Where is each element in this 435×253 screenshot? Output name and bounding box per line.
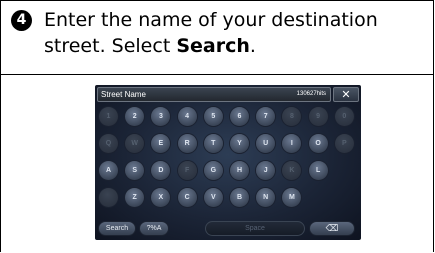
key-x[interactable]: X: [151, 188, 171, 207]
key-l[interactable]: L: [308, 161, 328, 180]
space-button[interactable]: Space: [205, 221, 305, 236]
key-v[interactable]: V: [203, 188, 223, 207]
key-e[interactable]: E: [151, 134, 171, 153]
key-9[interactable]: 9: [308, 107, 328, 126]
hits-count: 130627hits: [296, 91, 326, 97]
key-u[interactable]: U: [256, 134, 276, 153]
key-m[interactable]: M: [282, 188, 302, 207]
key-y[interactable]: Y: [230, 134, 249, 153]
key-o[interactable]: O: [308, 134, 328, 153]
delete-icon: ⌫: [325, 223, 339, 233]
instruction-frame: 4 Enter the name of your destination str…: [0, 0, 434, 252]
key-b[interactable]: B: [230, 188, 249, 207]
key-8[interactable]: 8: [282, 107, 302, 126]
key-r[interactable]: R: [177, 134, 197, 153]
key-7[interactable]: 7: [256, 107, 276, 126]
step-text: Enter the name of your destination stree…: [44, 7, 424, 59]
search-button[interactable]: Search: [98, 221, 136, 236]
key-w[interactable]: W: [125, 134, 145, 153]
key-f[interactable]: F: [177, 161, 197, 180]
key-q[interactable]: Q: [99, 134, 118, 153]
key-j[interactable]: J: [256, 161, 276, 180]
step-number-badge: 4: [11, 10, 32, 31]
street-name-input[interactable]: Street Name 130627hits: [97, 87, 331, 102]
delete-button[interactable]: ⌫: [309, 221, 355, 236]
key-p[interactable]: P: [334, 134, 354, 153]
key-h[interactable]: H: [230, 161, 249, 180]
key-i[interactable]: I: [282, 134, 302, 153]
key-t[interactable]: T: [203, 134, 223, 153]
close-icon: ✕: [341, 88, 351, 101]
key-4[interactable]: 4: [177, 107, 197, 126]
close-button[interactable]: ✕: [333, 87, 359, 102]
symbols-button[interactable]: ?%A: [139, 221, 169, 236]
key-0[interactable]: 0: [334, 107, 354, 126]
key-s[interactable]: S: [125, 161, 145, 180]
nav-keyboard-screen: Street Name 130627hits ✕ 1234567890 QWERT…: [95, 85, 361, 240]
key-d[interactable]: D: [151, 161, 171, 180]
key-a[interactable]: A: [99, 161, 118, 180]
key-k[interactable]: K: [282, 161, 302, 180]
key-z[interactable]: Z: [125, 188, 145, 207]
key-n[interactable]: N: [256, 188, 276, 207]
key-5[interactable]: 5: [203, 107, 223, 126]
key-6[interactable]: 6: [230, 107, 249, 126]
key-g[interactable]: G: [203, 161, 223, 180]
key-3[interactable]: 3: [151, 107, 171, 126]
step-text-bold: Search: [176, 35, 250, 57]
key-blank[interactable]: [99, 188, 118, 207]
step-text-end: .: [249, 35, 256, 57]
key-2[interactable]: 2: [125, 107, 145, 126]
street-name-placeholder: Street Name: [101, 90, 146, 99]
key-1[interactable]: 1: [99, 107, 118, 126]
divider: [1, 74, 433, 75]
key-c[interactable]: C: [177, 188, 197, 207]
